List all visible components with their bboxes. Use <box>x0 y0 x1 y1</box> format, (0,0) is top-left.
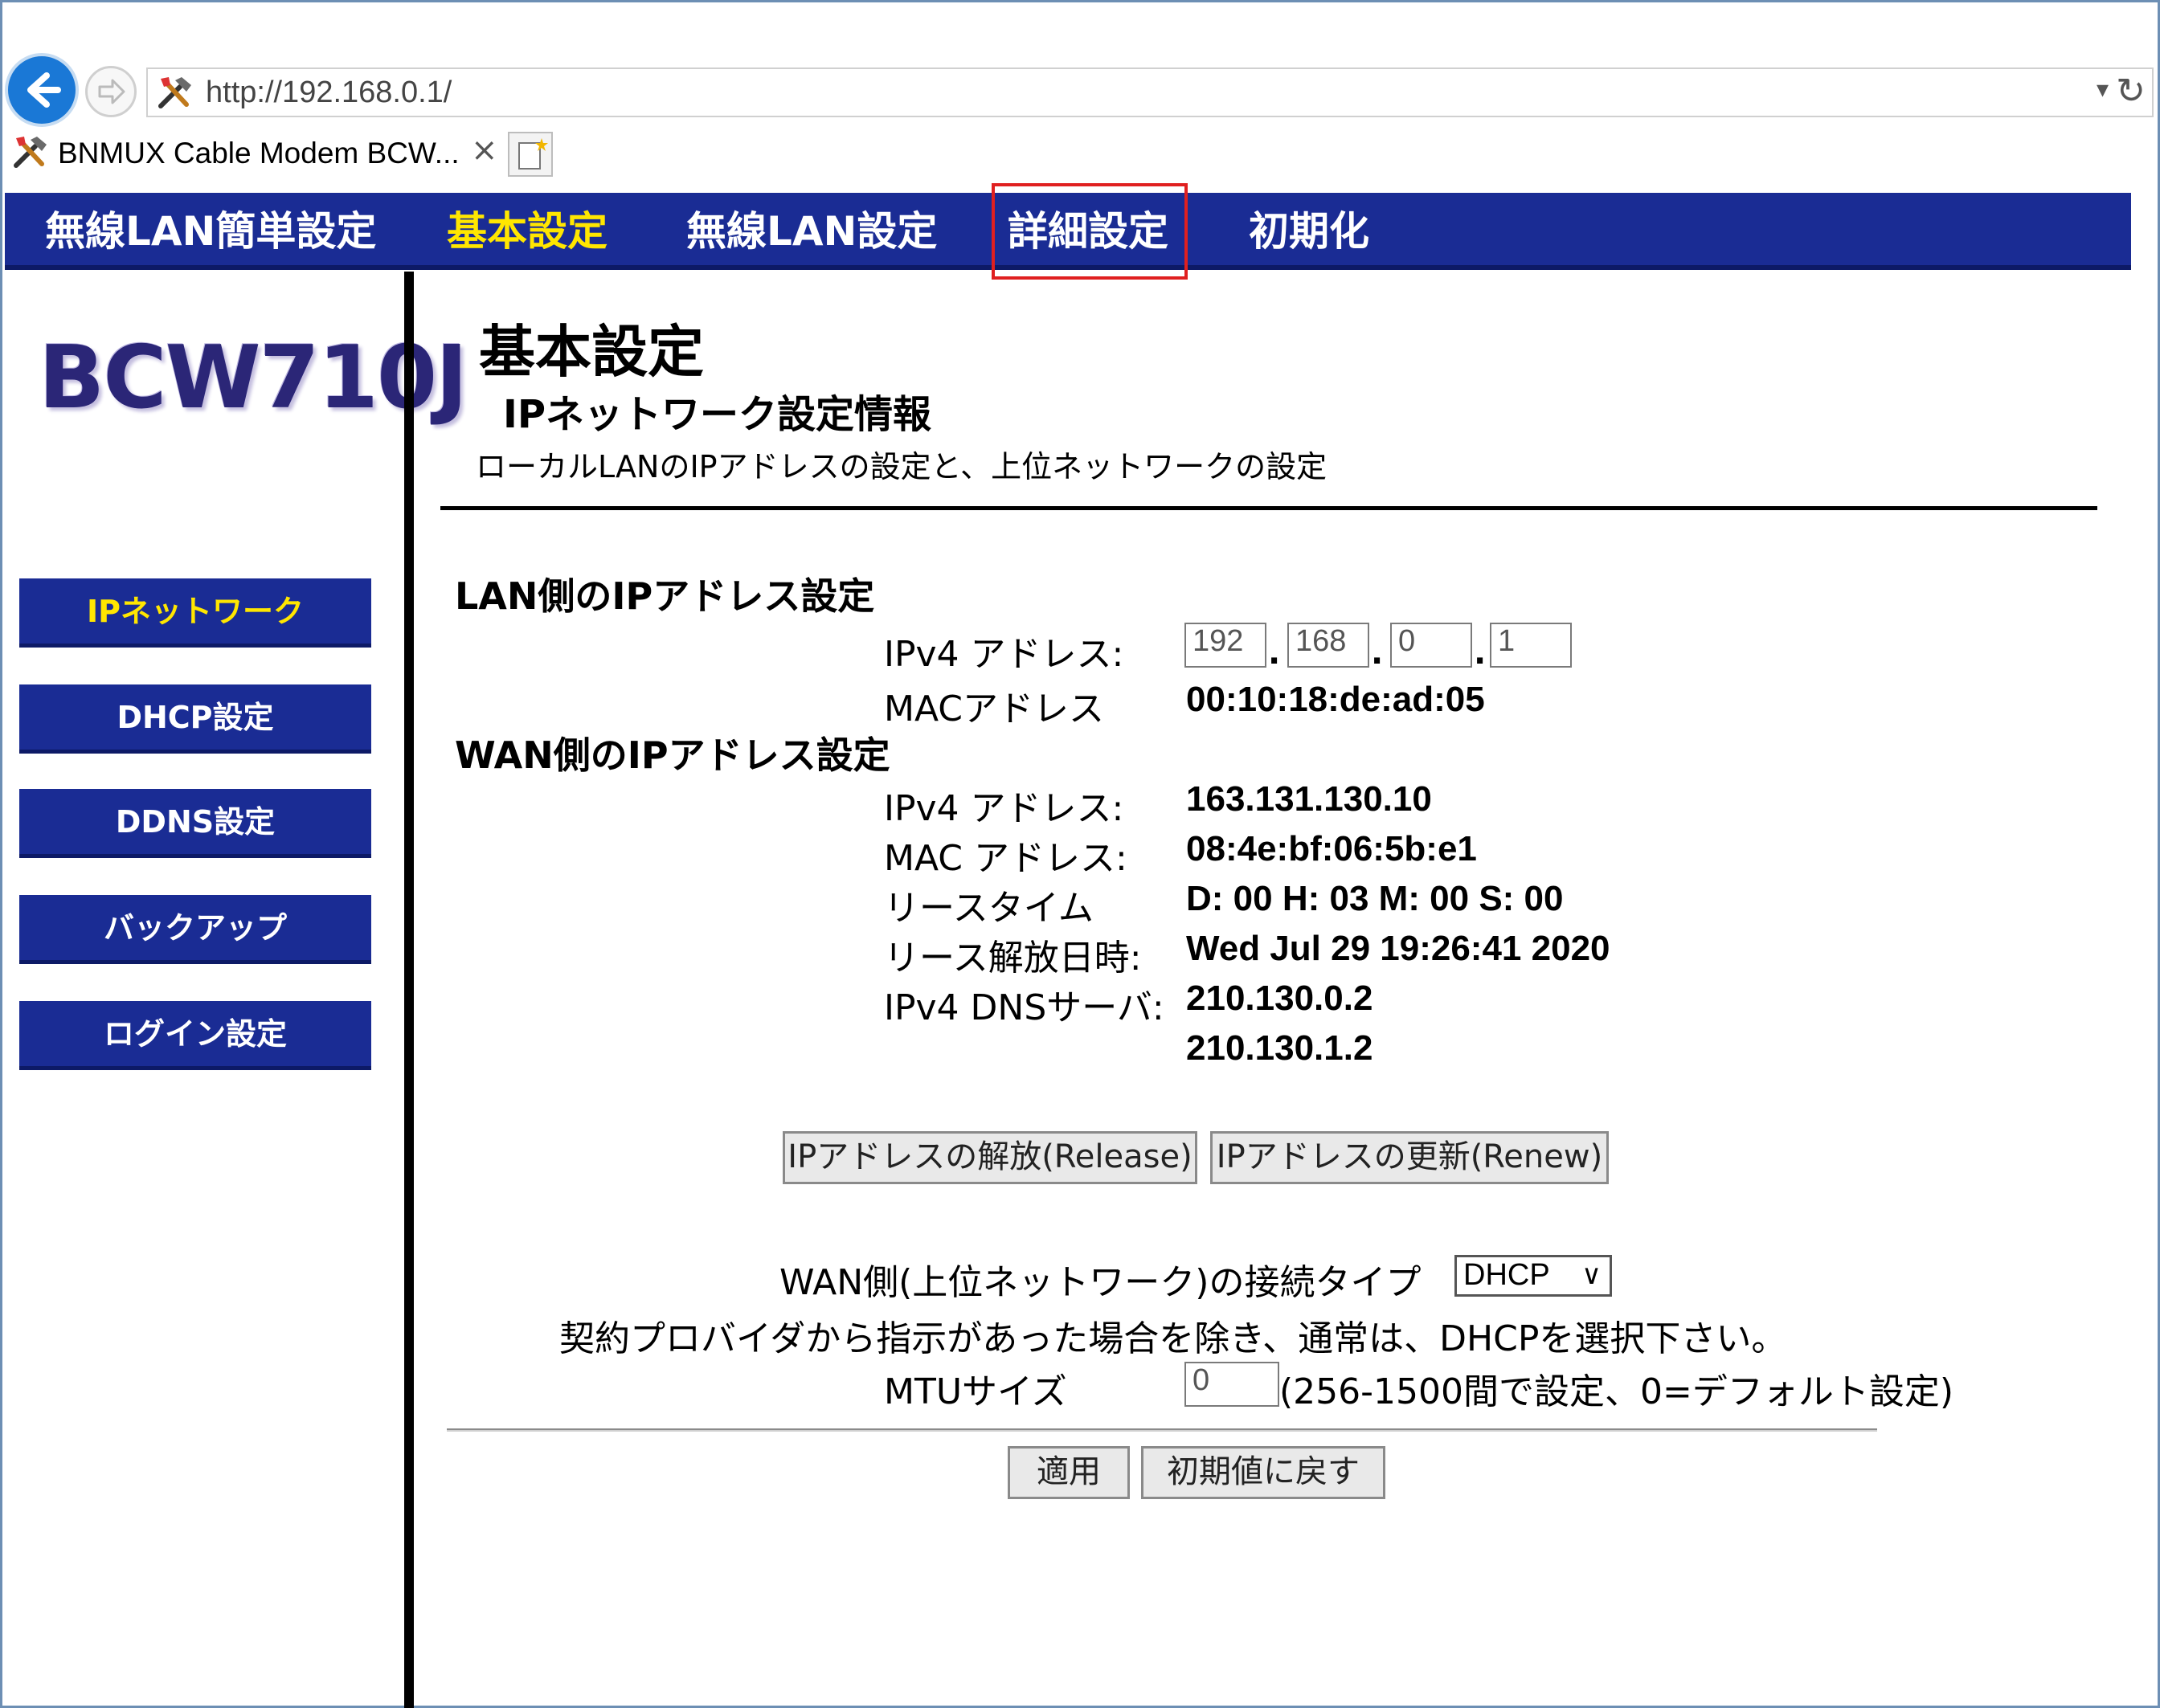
reset-defaults-button[interactable]: 初期値に戻す <box>1141 1446 1385 1499</box>
sidebar-item-backup[interactable]: バックアップ <box>19 895 371 964</box>
wan-ipv4-value: 163.131.130.10 <box>1186 779 1432 819</box>
apply-button[interactable]: 適用 <box>1008 1446 1130 1499</box>
tools-site-icon <box>158 77 191 108</box>
arrow-right-icon <box>98 79 125 104</box>
connection-type-select[interactable]: DHCP ∨ <box>1454 1255 1612 1297</box>
address-bar-row: http://192.168.0.1/ ▾ ↻ <box>0 53 2160 133</box>
tools-site-icon <box>14 137 47 168</box>
wan-mac-value: 08:4e:bf:06:5b:e1 <box>1186 829 1477 868</box>
lan-ip-octet-3[interactable]: 0 <box>1390 623 1472 668</box>
divider <box>440 506 2097 510</box>
chevron-down-icon: ∨ <box>1581 1260 1602 1290</box>
connection-type-label: WAN側(上位ネットワーク)の接続タイプ <box>779 1262 1422 1303</box>
lease-expire-label: リース解放日時: <box>884 938 1142 979</box>
mtu-label: MTUサイズ <box>884 1371 1067 1412</box>
ip-separator: . <box>1474 635 1487 672</box>
sidebar-divider <box>404 272 414 1708</box>
nav-initialize[interactable]: 初期化 <box>1249 201 1369 262</box>
nav-basic-settings[interactable]: 基本設定 <box>447 201 608 262</box>
sidebar-item-ddns[interactable]: DDNS設定 <box>19 789 371 858</box>
section-title: IPネットワーク設定情報 <box>503 392 932 437</box>
connection-type-value: DHCP <box>1463 1258 1550 1292</box>
section-description: ローカルLANのIPアドレスの設定と、上位ネットワークの設定 <box>476 449 1328 484</box>
url-text: http://192.168.0.1/ <box>206 76 452 109</box>
sidebar-item-login[interactable]: ログイン設定 <box>19 1001 371 1070</box>
lease-time-label: リースタイム <box>884 888 1094 929</box>
lease-expire-value: Wed Jul 29 19:26:41 2020 <box>1186 929 1610 968</box>
lan-mac-value: 00:10:18:de:ad:05 <box>1186 680 1485 719</box>
mtu-hint: (256-1500間で設定、0=デフォルト設定) <box>1279 1371 1954 1412</box>
lan-ip-octet-2[interactable]: 168 <box>1287 623 1369 668</box>
advanced-settings-highlight-box <box>992 183 1188 280</box>
lan-section-title: LAN側のIPアドレス設定 <box>455 574 875 618</box>
tab-title: BNMUX Cable Modem BCW... <box>58 137 460 170</box>
lan-ip-octet-1[interactable]: 192 <box>1184 623 1266 668</box>
browser-tab[interactable]: BNMUX Cable Modem BCW... × <box>5 129 503 178</box>
back-button[interactable] <box>5 53 79 127</box>
url-dropdown-icon[interactable]: ▾ <box>2097 76 2109 104</box>
ip-separator: . <box>1268 635 1281 672</box>
new-tab-icon <box>518 138 548 170</box>
wan-ipv4-label: IPv4 アドレス: <box>884 788 1124 829</box>
dns-label: IPv4 DNSサーバ: <box>884 987 1164 1028</box>
lease-time-value: D: 00 H: 03 M: 00 S: 00 <box>1186 879 1564 918</box>
wan-mac-label: MAC アドレス: <box>884 838 1127 879</box>
lan-mac-label: MACアドレス <box>884 689 1105 729</box>
refresh-icon[interactable]: ↻ <box>2116 71 2146 112</box>
lan-ip-octet-4[interactable]: 1 <box>1490 623 1572 668</box>
forward-button[interactable] <box>85 66 137 117</box>
tab-strip: BNMUX Cable Modem BCW... × <box>0 129 2160 178</box>
connection-type-note: 契約プロバイダから指示があった場合を除き、通常は、DHCPを選択下さい。 <box>559 1318 1787 1359</box>
product-logo: BCW710J <box>39 328 468 428</box>
new-tab-button[interactable] <box>508 132 553 177</box>
sidebar-item-ip-network[interactable]: IPネットワーク <box>19 578 371 648</box>
release-button[interactable]: IPアドレスの解放(Release) <box>783 1131 1197 1184</box>
renew-button[interactable]: IPアドレスの更新(Renew) <box>1210 1131 1609 1184</box>
page-title: 基本設定 <box>479 319 704 385</box>
divider <box>447 1428 1877 1432</box>
ip-separator: . <box>1371 635 1384 672</box>
close-icon[interactable]: × <box>471 132 498 169</box>
arrow-left-icon <box>27 72 61 108</box>
dns-secondary-value: 210.130.1.2 <box>1186 1028 1373 1068</box>
nav-wireless-settings[interactable]: 無線LAN設定 <box>686 201 937 262</box>
mtu-input[interactable]: 0 <box>1184 1362 1279 1407</box>
url-field[interactable]: http://192.168.0.1/ ▾ ↻ <box>146 67 2154 117</box>
nav-wireless-easy-setup[interactable]: 無線LAN簡単設定 <box>45 201 376 262</box>
wan-section-title: WAN側のIPアドレス設定 <box>455 733 890 777</box>
lan-ipv4-label: IPv4 アドレス: <box>884 634 1124 675</box>
sidebar-item-dhcp[interactable]: DHCP設定 <box>19 684 371 754</box>
dns-primary-value: 210.130.0.2 <box>1186 979 1373 1018</box>
